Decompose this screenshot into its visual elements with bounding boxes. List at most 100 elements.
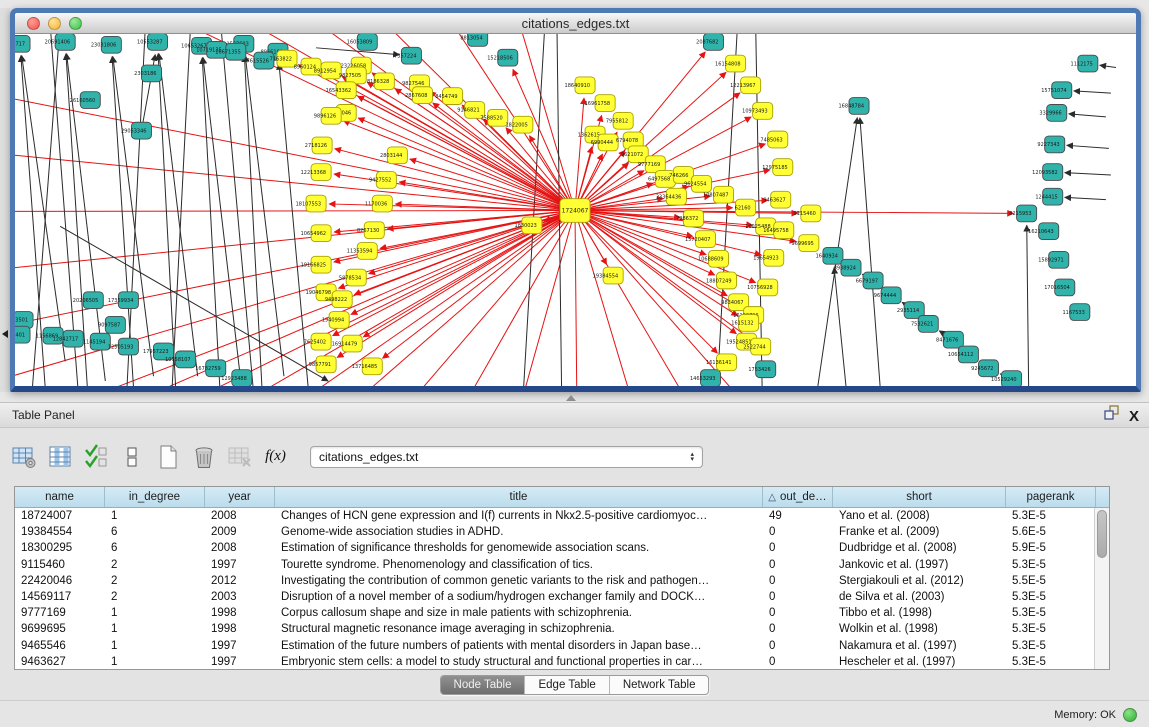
table-cell[interactable]: 0 bbox=[763, 575, 833, 587]
table-cell[interactable]: 0 bbox=[763, 542, 833, 554]
table-row[interactable]: 911546021997Tourette syndrome. Phenomeno… bbox=[15, 557, 1109, 573]
table-cell[interactable]: 1 bbox=[105, 656, 205, 668]
table-cell[interactable]: Stergiakouli et al. (2012) bbox=[833, 575, 1006, 587]
table-cell[interactable]: Estimation of the future numbers of pati… bbox=[275, 640, 763, 652]
table-cell[interactable]: Nakamura et al. (1997) bbox=[833, 640, 1006, 652]
table-select-dropdown[interactable]: citations_edges.txt▴▾ bbox=[310, 446, 703, 468]
table-cell[interactable]: 5.3E-5 bbox=[1006, 640, 1096, 652]
table-cell[interactable]: 0 bbox=[763, 656, 833, 668]
table-cell[interactable]: Investigating the contribution of common… bbox=[275, 575, 763, 587]
table-cell[interactable]: 5.3E-5 bbox=[1006, 623, 1096, 635]
table-vertical-scrollbar[interactable] bbox=[1094, 508, 1109, 669]
table-cell[interactable]: 5.9E-5 bbox=[1006, 542, 1096, 554]
table-cell[interactable]: 2008 bbox=[205, 510, 275, 522]
tab-network-table[interactable]: Network Table bbox=[610, 676, 709, 694]
table-cell[interactable]: 1 bbox=[105, 623, 205, 635]
float-panel-icon[interactable] bbox=[1103, 404, 1119, 429]
table-cell[interactable]: 2 bbox=[105, 591, 205, 603]
table-cell[interactable]: 2003 bbox=[205, 591, 275, 603]
table-cell[interactable]: 1998 bbox=[205, 623, 275, 635]
table-cell[interactable]: Tibbo et al. (1998) bbox=[833, 607, 1006, 619]
table-cell[interactable]: 0 bbox=[763, 559, 833, 571]
table-cell[interactable]: Changes of HCN gene expression and I(f) … bbox=[275, 510, 763, 522]
table-cell[interactable]: Disruption of a novel member of a sodium… bbox=[275, 591, 763, 603]
table-cell[interactable]: Genome-wide association studies in ADHD. bbox=[275, 526, 763, 538]
table-cell[interactable]: 0 bbox=[763, 526, 833, 538]
table-cell[interactable]: 1 bbox=[105, 640, 205, 652]
table-cell[interactable]: 2 bbox=[105, 575, 205, 587]
scrollbar-thumb[interactable] bbox=[1097, 510, 1107, 558]
table-settings-button[interactable] bbox=[8, 442, 39, 471]
table-cell[interactable]: 5.3E-5 bbox=[1006, 559, 1096, 571]
table-cell[interactable]: 5.3E-5 bbox=[1006, 656, 1096, 668]
table-cell[interactable]: 2012 bbox=[205, 575, 275, 587]
import-table-button[interactable] bbox=[44, 442, 75, 471]
delete-table-button[interactable] bbox=[224, 442, 255, 471]
table-cell[interactable]: 9463627 bbox=[15, 656, 105, 668]
table-cell[interactable]: 0 bbox=[763, 623, 833, 635]
table-cell[interactable]: Tourette syndrome. Phenomenology and cla… bbox=[275, 559, 763, 571]
function-button[interactable]: f(x) bbox=[260, 442, 291, 471]
table-cell[interactable]: 6 bbox=[105, 526, 205, 538]
table-cell[interactable]: 1 bbox=[105, 510, 205, 522]
table-cell[interactable]: Corpus callosum shape and size in male p… bbox=[275, 607, 763, 619]
table-cell[interactable]: 0 bbox=[763, 607, 833, 619]
table-cell[interactable]: Structural magnetic resonance image aver… bbox=[275, 623, 763, 635]
panel-splitter-handle[interactable] bbox=[566, 395, 576, 401]
table-cell[interactable]: Jankovic et al. (1997) bbox=[833, 559, 1006, 571]
table-row[interactable]: 946554611997Estimation of the future num… bbox=[15, 638, 1109, 654]
column-header-short[interactable]: short bbox=[833, 487, 1006, 507]
table-cell[interactable]: 5.3E-5 bbox=[1006, 510, 1096, 522]
table-cell[interactable]: Wolkin et al. (1998) bbox=[833, 623, 1006, 635]
zoom-window-icon[interactable] bbox=[69, 17, 82, 30]
table-cell[interactable]: Yano et al. (2008) bbox=[833, 510, 1006, 522]
table-cell[interactable]: 5.6E-5 bbox=[1006, 526, 1096, 538]
table-cell[interactable]: 1997 bbox=[205, 656, 275, 668]
minimize-window-icon[interactable] bbox=[48, 17, 61, 30]
table-cell[interactable]: Estimation of significance thresholds fo… bbox=[275, 542, 763, 554]
column-header-pagerank[interactable]: pagerank bbox=[1006, 487, 1096, 507]
table-cell[interactable]: 2009 bbox=[205, 526, 275, 538]
table-row[interactable]: 1938455462009Genome-wide association stu… bbox=[15, 524, 1109, 540]
network-canvas[interactable]: 1724067205571720691406230318061055328710… bbox=[15, 34, 1136, 386]
table-cell[interactable]: Embryonic stem cells: a model to study s… bbox=[275, 656, 763, 668]
table-cell[interactable]: 9115460 bbox=[15, 559, 105, 571]
table-row[interactable]: 1872400712008Changes of HCN gene express… bbox=[15, 508, 1109, 524]
table-cell[interactable]: 1997 bbox=[205, 559, 275, 571]
table-cell[interactable]: 2008 bbox=[205, 542, 275, 554]
table-cell[interactable]: 14569117 bbox=[15, 591, 105, 603]
table-cell[interactable]: 1998 bbox=[205, 607, 275, 619]
column-header-name[interactable]: name bbox=[15, 487, 105, 507]
table-cell[interactable]: 5.5E-5 bbox=[1006, 575, 1096, 587]
table-row[interactable]: 1830029562008Estimation of significance … bbox=[15, 540, 1109, 556]
table-row[interactable]: 946362711997Embryonic stem cells: a mode… bbox=[15, 654, 1109, 670]
table-cell[interactable]: 0 bbox=[763, 591, 833, 603]
table-cell[interactable]: 6 bbox=[105, 542, 205, 554]
table-cell[interactable]: Hescheler et al. (1997) bbox=[833, 656, 1006, 668]
table-cell[interactable]: 22420046 bbox=[15, 575, 105, 587]
select-rows-button[interactable] bbox=[80, 442, 111, 471]
table-cell[interactable]: 1 bbox=[105, 607, 205, 619]
table-cell[interactable]: 9699695 bbox=[15, 623, 105, 635]
column-header-out_de[interactable]: △out_de… bbox=[763, 487, 833, 507]
column-header-in_degree[interactable]: in_degree bbox=[105, 487, 205, 507]
table-row[interactable]: 1456911722003Disruption of a novel membe… bbox=[15, 589, 1109, 605]
table-cell[interactable]: 9777169 bbox=[15, 607, 105, 619]
column-header-title[interactable]: title bbox=[275, 487, 763, 507]
table-cell[interactable]: 5.3E-5 bbox=[1006, 607, 1096, 619]
table-cell[interactable]: 49 bbox=[763, 510, 833, 522]
close-panel-icon[interactable]: X bbox=[1129, 409, 1139, 424]
table-row[interactable]: 2242004622012Investigating the contribut… bbox=[15, 573, 1109, 589]
table-cell[interactable]: 2 bbox=[105, 559, 205, 571]
table-cell[interactable]: Dudbridge et al. (2008) bbox=[833, 542, 1006, 554]
network-window-titlebar[interactable]: citations_edges.txt bbox=[15, 13, 1136, 34]
tab-node-table[interactable]: Node Table bbox=[441, 676, 526, 694]
memory-status-icon[interactable] bbox=[1123, 708, 1137, 722]
table-cell[interactable]: 9465546 bbox=[15, 640, 105, 652]
close-window-icon[interactable] bbox=[27, 17, 40, 30]
trash-button[interactable] bbox=[188, 442, 219, 471]
table-cell[interactable]: 1997 bbox=[205, 640, 275, 652]
table-cell[interactable]: 18300295 bbox=[15, 542, 105, 554]
table-row[interactable]: 977716911998Corpus callosum shape and si… bbox=[15, 605, 1109, 621]
table-cell[interactable]: 0 bbox=[763, 640, 833, 652]
